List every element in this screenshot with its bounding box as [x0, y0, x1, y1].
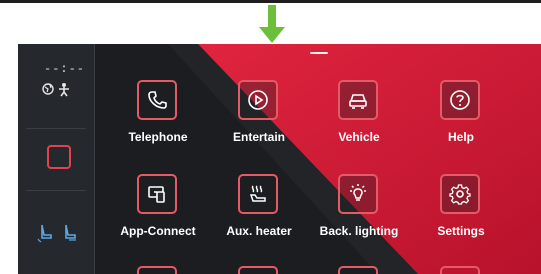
tile-frame	[440, 80, 480, 120]
top-border	[0, 0, 541, 3]
backlight-icon	[350, 184, 366, 201]
tile-frame	[137, 80, 177, 120]
phone-icon	[148, 91, 167, 109]
tile-frame	[238, 80, 278, 120]
clock-display: --:--	[44, 62, 86, 76]
seat-heat-controls	[37, 224, 76, 243]
tile-telephone[interactable]: Telephone	[108, 80, 208, 156]
car-icon	[349, 94, 367, 109]
left-sidebar: --:--	[18, 44, 95, 274]
tile-row3-partial[interactable]	[440, 266, 480, 274]
tile-label: App-Connect	[120, 224, 196, 238]
tile-label: Entertain	[232, 130, 285, 144]
person-icon	[59, 83, 69, 97]
tile-label: Vehicle	[338, 130, 380, 144]
sidebar-divider	[26, 128, 86, 129]
app-connect-icon	[148, 186, 165, 203]
seat-heat-passenger-icon[interactable]	[65, 224, 76, 241]
tile-vehicle[interactable]: Vehicle	[309, 80, 409, 156]
tile-frame	[440, 174, 480, 214]
tile-frame	[137, 174, 177, 214]
tile-frame	[238, 174, 278, 214]
home-square-icon[interactable]	[47, 145, 71, 169]
seat-heat-driver-icon[interactable]	[37, 224, 52, 243]
tile-help[interactable]: Help	[411, 80, 511, 156]
tile-frame	[338, 80, 378, 120]
tile-row3-partial[interactable]	[238, 266, 278, 274]
tile-frame	[338, 174, 378, 214]
sidebar-divider	[26, 190, 86, 191]
tile-app-connect[interactable]: App-Connect	[108, 174, 208, 250]
tile-back-lighting[interactable]: Back. lighting	[309, 174, 409, 250]
tile-label: Settings	[437, 224, 485, 238]
globe-icon	[42, 83, 54, 95]
pull-down-handle[interactable]	[310, 52, 328, 54]
green-arrow-indicator	[259, 5, 285, 43]
tile-label: Telephone	[128, 130, 188, 144]
help-icon	[450, 90, 470, 110]
tile-entertain[interactable]: Entertain	[209, 80, 309, 156]
tile-label: Aux. heater	[226, 224, 292, 238]
tile-settings[interactable]: Settings	[411, 174, 511, 250]
tile-row3-partial[interactable]	[338, 266, 378, 274]
status-icons	[42, 83, 69, 97]
play-icon	[248, 90, 268, 110]
app-screen: --:-- Telephone Entertain Vehicle Help A…	[0, 0, 541, 274]
tile-label: Help	[447, 130, 474, 144]
infotainment-screen: --:-- Telephone Entertain Vehicle Help A…	[18, 44, 541, 274]
tile-aux-heater[interactable]: Aux. heater	[209, 174, 309, 250]
tile-row3-partial[interactable]	[137, 266, 177, 274]
tile-label: Back. lighting	[319, 224, 399, 238]
gear-icon	[449, 184, 471, 205]
aux-heater-icon	[249, 185, 266, 202]
